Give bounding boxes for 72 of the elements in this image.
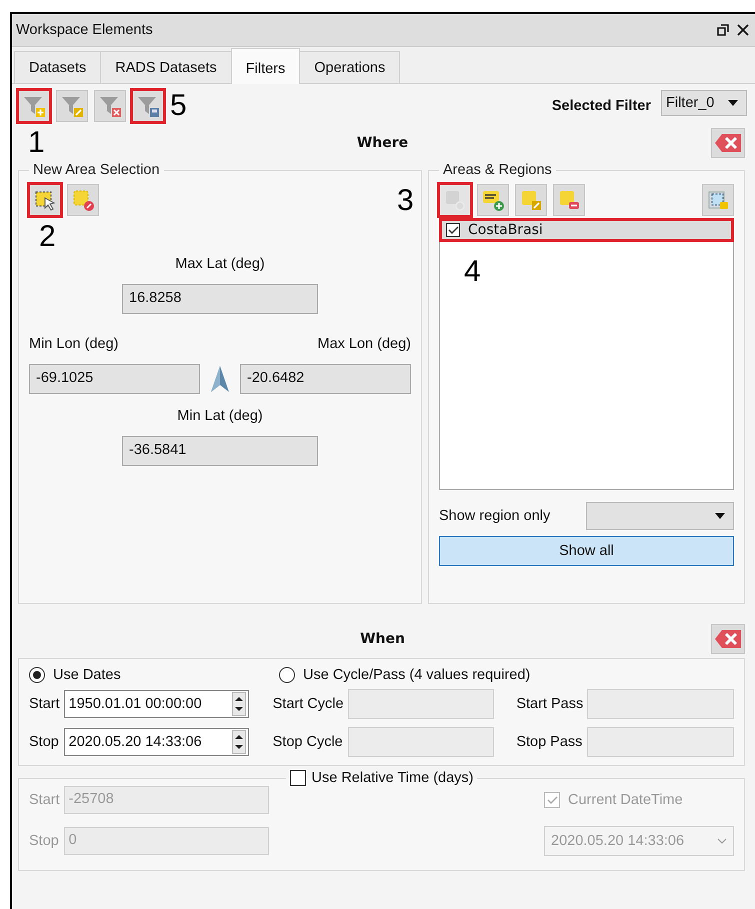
remove-area-icon	[557, 188, 581, 212]
input-field[interactable]: -69.1025	[29, 364, 200, 394]
dropdown-arrow-icon	[715, 513, 725, 519]
show-all-button[interactable]: Show all	[439, 536, 734, 566]
field-label: Start Cycle	[272, 696, 344, 712]
checkbox[interactable]	[290, 770, 306, 786]
group-title: New Area Selection	[32, 162, 161, 178]
dropdown-arrow-icon	[728, 100, 738, 106]
tab[interactable]: Operations	[299, 51, 400, 83]
kml-add-icon	[481, 188, 505, 212]
filter-icon	[22, 94, 46, 118]
close-icon[interactable]	[737, 24, 749, 36]
chevron-down-icon	[717, 838, 727, 844]
section-title: Where	[356, 135, 408, 151]
datetime-field[interactable]: 2020.05.20 14:33:06	[64, 728, 249, 756]
field-label: Start	[29, 696, 60, 712]
clear-icon	[714, 629, 742, 649]
field-label: Start Pass	[516, 696, 584, 712]
input-field[interactable]	[587, 727, 734, 757]
field-label: Show region only	[439, 508, 550, 524]
checkbox[interactable]	[446, 223, 460, 237]
input-field[interactable]: 16.8258	[122, 284, 318, 314]
checkmark-icon	[546, 796, 558, 804]
radio-button[interactable]	[29, 667, 45, 683]
north-arrow-icon	[210, 365, 230, 393]
radio-option[interactable]: Use Dates	[29, 667, 279, 683]
callout-number: 4	[464, 257, 481, 287]
selected-filter-label: Selected Filter	[552, 98, 651, 114]
clear-button[interactable]	[711, 624, 745, 654]
clear-icon	[714, 133, 742, 153]
field-label: Min Lon (deg)	[29, 336, 118, 352]
section-title: When	[360, 631, 405, 647]
clear-area-icon	[71, 188, 95, 212]
checkbox-label: Current DateTime	[568, 792, 683, 808]
radio-button[interactable]	[279, 667, 295, 683]
callout-number: 1	[28, 128, 45, 158]
tab[interactable]: Datasets	[14, 51, 102, 83]
filter-icon	[136, 94, 160, 118]
group-title: Areas & Regions	[442, 162, 553, 178]
field-label: Max Lon (deg)	[318, 336, 411, 352]
field-label: Start	[29, 792, 60, 808]
field-label: Stop	[29, 734, 60, 750]
tab[interactable]: Filters	[230, 48, 300, 84]
datetime-field[interactable]: 1950.01.01 00:00:00	[64, 690, 249, 718]
region-item[interactable]: CostaBrasi	[440, 219, 733, 241]
radio-option[interactable]: Use Cycle/Pass (4 values required)	[279, 667, 734, 683]
checkbox[interactable]	[544, 792, 560, 808]
edit-area-icon	[519, 188, 543, 212]
input-field[interactable]: -36.5841	[122, 436, 318, 466]
input-field[interactable]	[587, 689, 734, 719]
filter-dropdown[interactable]: Filter_0	[661, 90, 747, 116]
field-label: Stop Cycle	[272, 734, 344, 750]
input-field[interactable]: -20.6482	[240, 364, 411, 394]
input-field[interactable]	[348, 689, 494, 719]
callout-number: 5	[170, 91, 187, 121]
field-label: Min Lat (deg)	[177, 408, 263, 424]
callout-number: 2	[39, 222, 56, 252]
filter-icon	[98, 94, 122, 118]
checkbox-label: Use Relative Time (days)	[312, 770, 474, 786]
clear-button[interactable]	[711, 128, 745, 158]
tab[interactable]: RADS Datasets	[100, 51, 232, 83]
callout-number: 3	[397, 186, 414, 216]
field-label: Max Lat (deg)	[175, 256, 265, 272]
input-field[interactable]	[348, 727, 494, 757]
field-label: Stop Pass	[516, 734, 584, 750]
field-label: Stop	[29, 833, 60, 849]
tool-button[interactable]	[29, 184, 61, 216]
checkmark-icon	[448, 226, 458, 234]
restore-icon[interactable]	[717, 24, 729, 36]
tool-button[interactable]	[702, 184, 734, 216]
filter-icon	[60, 94, 84, 118]
window-title: Workspace Elements	[16, 22, 154, 38]
